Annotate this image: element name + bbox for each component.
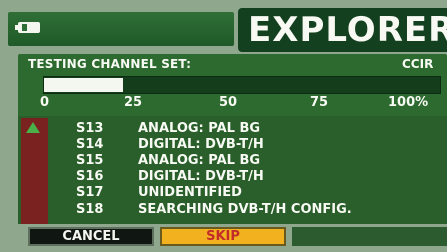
scale-tick-0: 0 bbox=[40, 95, 50, 110]
channel-id: S13 bbox=[76, 121, 104, 136]
scale-tick-50: 50 bbox=[219, 95, 238, 110]
cancel-button[interactable]: CANCEL bbox=[28, 227, 154, 246]
testing-label: TESTING CHANNEL SET: bbox=[28, 57, 192, 71]
channel-status: SEARCHING DVB-T/H CONFIG. bbox=[138, 202, 352, 217]
channel-status: DIGITAL: DVB-T/H bbox=[138, 137, 264, 152]
list-scrollbar[interactable] bbox=[21, 118, 48, 224]
explorer-screen: EXPLORER TESTING CHANNEL SET: CCIR 0 25 … bbox=[0, 0, 447, 252]
channel-status: ANALOG: PAL BG bbox=[138, 153, 261, 168]
channel-id: S15 bbox=[76, 153, 104, 168]
scale-tick-75: 75 bbox=[310, 95, 329, 110]
channel-id: S17 bbox=[76, 185, 104, 200]
channel-set-value: CCIR bbox=[402, 57, 434, 71]
battery-icon bbox=[15, 22, 40, 33]
channel-id: S14 bbox=[76, 137, 104, 152]
progress-bar bbox=[43, 76, 441, 94]
channel-id: S16 bbox=[76, 169, 104, 184]
header-strip bbox=[8, 12, 234, 46]
channel-status: DIGITAL: DVB-T/H bbox=[138, 169, 264, 184]
scale-tick-100: 100% bbox=[388, 95, 429, 110]
scroll-up-arrow-icon[interactable] bbox=[26, 122, 40, 133]
channel-status: UNIDENTIFIED bbox=[138, 185, 242, 200]
function-key-blank bbox=[292, 227, 447, 246]
channel-id: S18 bbox=[76, 202, 104, 217]
skip-button[interactable]: SKIP bbox=[160, 227, 286, 246]
scale-tick-25: 25 bbox=[124, 95, 143, 110]
channel-status: ANALOG: PAL BG bbox=[138, 121, 261, 136]
progress-fill bbox=[44, 78, 124, 92]
page-title: EXPLORER bbox=[248, 10, 447, 50]
